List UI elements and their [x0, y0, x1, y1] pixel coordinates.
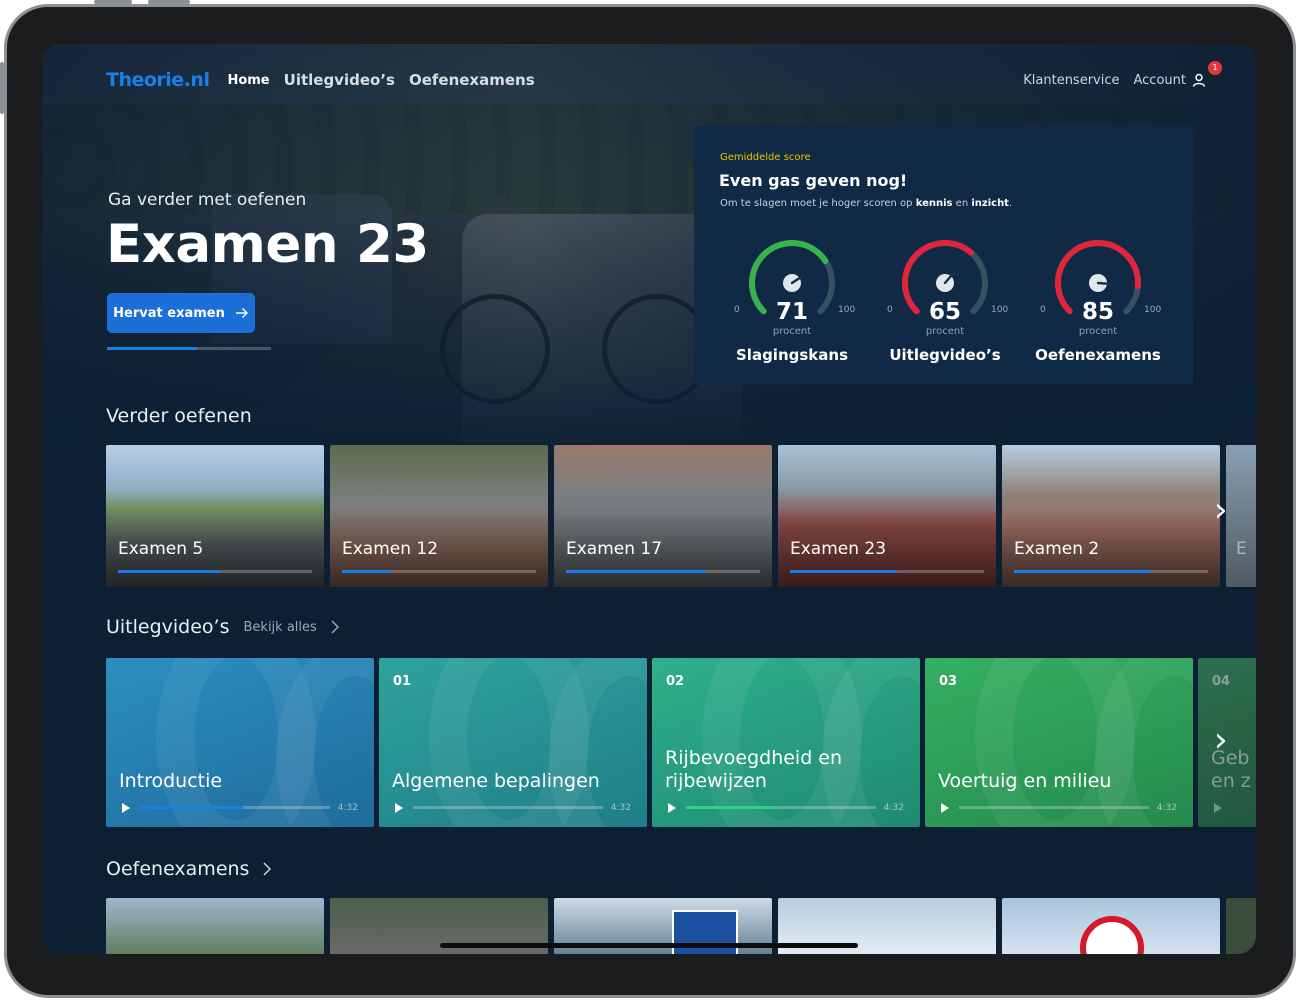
continue-exam-card[interactable]: Examen 17 — [554, 445, 772, 587]
hero-progress-bar — [107, 347, 271, 350]
gauge-label: Uitlegvideo’s — [889, 346, 1001, 364]
customer-service-link[interactable]: Klantenservice — [1023, 73, 1119, 88]
exam-progress-bar — [342, 570, 536, 573]
continue-exam-card[interactable]: Examen 5 — [106, 445, 324, 587]
gauge-unit: procent — [925, 326, 965, 337]
nav-right: Klantenservice Account 1 — [1023, 60, 1222, 88]
exam-progress-bar — [790, 570, 984, 573]
exams-section-title[interactable]: Oefenexamens — [106, 858, 272, 880]
video-title: Voertuig en milieu — [938, 770, 1112, 792]
video-duration: 4:32 — [337, 803, 358, 813]
exam-thumbnail[interactable] — [106, 898, 324, 954]
resume-exam-button[interactable]: Hervat examen — [107, 293, 255, 333]
gauge-label: Slagingskans — [736, 346, 848, 364]
arrow-right-icon — [235, 308, 248, 318]
play-icon — [1214, 803, 1222, 813]
play-icon[interactable] — [668, 803, 676, 813]
nav-link-exams[interactable]: Oefenexamens — [409, 71, 535, 89]
exam-thumbnail-peek[interactable] — [1226, 898, 1256, 954]
account-label: Account — [1133, 72, 1187, 88]
video-number: 02 — [666, 674, 685, 689]
video-card[interactable]: 02 Rijbevoegdheid en rijbewijzen 4:32 — [652, 658, 920, 827]
video-title: Rijbevoegdheid en rijbewijzen — [665, 747, 843, 792]
video-title: Introductie — [119, 770, 223, 792]
exam-progress-bar — [118, 570, 312, 573]
see-all-link[interactable]: Bekijk alles — [244, 620, 339, 635]
average-score-panel: Gemiddelde score Even gas geven nog! Om … — [694, 125, 1193, 384]
gauge-min: 0 — [1040, 305, 1046, 315]
chevron-right-icon[interactable]: › — [1214, 490, 1228, 530]
continue-exam-card[interactable]: Examen 2 — [1002, 445, 1220, 587]
continue-exam-card[interactable]: Examen 12 — [330, 445, 548, 587]
hero-title: Examen 23 — [106, 214, 429, 275]
chevron-right-icon — [331, 620, 339, 634]
exam-card-label: Examen 12 — [342, 539, 439, 559]
exam-card-label: Examen 2 — [1014, 539, 1100, 559]
score-gauge: 0 100 71 procent Slagingskans — [734, 233, 872, 364]
account-button[interactable]: Account 1 — [1133, 60, 1222, 88]
videos-section-title: Uitlegvideo’s Bekijk alles — [106, 616, 339, 638]
continue-exam-card-peek[interactable]: E — [1226, 445, 1256, 587]
home-indicator — [440, 943, 858, 948]
score-title: Even gas geven nog! — [719, 171, 908, 190]
exam-card-label: E — [1236, 539, 1247, 559]
chevron-right-icon — [263, 862, 272, 876]
exam-card-label: Examen 5 — [118, 539, 204, 559]
video-card[interactable]: Introductie 4:32 — [106, 658, 374, 827]
continue-exam-card[interactable]: Examen 23 — [778, 445, 996, 587]
play-icon[interactable] — [941, 803, 949, 813]
video-progress-bar[interactable] — [959, 806, 1149, 809]
gauge-unit: procent — [1078, 326, 1118, 337]
exam-card-label: Examen 17 — [566, 539, 663, 559]
gauge-value: 71 — [775, 299, 808, 325]
gauge-label: Oefenexamens — [1035, 346, 1161, 364]
video-number: 03 — [939, 674, 958, 689]
nav-link-videos[interactable]: Uitlegvideo’s — [284, 71, 395, 89]
score-kicker: Gemiddelde score — [720, 152, 811, 163]
hardware-button — [148, 0, 190, 4]
notification-badge: 1 — [1208, 60, 1222, 75]
video-duration: 4:32 — [883, 803, 904, 813]
gauge-min: 0 — [734, 305, 740, 315]
video-number: 04 — [1212, 674, 1231, 689]
continue-section-title: Verder oefenen — [106, 405, 252, 427]
video-card[interactable]: 03 Voertuig en milieu 4:32 — [925, 658, 1193, 827]
score-gauge: 0 100 65 procent Uitlegvideo’s — [887, 233, 1025, 364]
hero-subtitle: Ga verder met oefenen — [108, 190, 307, 210]
score-description: Om te slagen moet je hoger scoren op ken… — [720, 198, 1013, 209]
hardware-button — [0, 62, 4, 114]
gauge-min: 0 — [887, 305, 893, 315]
logo[interactable]: Theorie.nl — [106, 69, 210, 91]
nav-link-home[interactable]: Home — [227, 73, 269, 88]
play-icon[interactable] — [395, 803, 403, 813]
video-progress-bar[interactable] — [686, 806, 876, 809]
video-progress-bar[interactable] — [140, 806, 330, 809]
app-screen: Theorie.nl Home Uitlegvideo’s Oefenexame… — [42, 44, 1256, 954]
exam-progress-bar — [1014, 570, 1208, 573]
user-icon — [1192, 73, 1206, 87]
score-gauge: 0 100 85 procent Oefenexamens — [1035, 233, 1178, 364]
play-icon[interactable] — [122, 803, 130, 813]
top-navigation: Theorie.nl Home Uitlegvideo’s Oefenexame… — [106, 60, 1222, 92]
video-duration: 4:32 — [1156, 803, 1177, 813]
video-duration: 4:32 — [610, 803, 631, 813]
video-number: 01 — [393, 674, 412, 689]
video-card[interactable]: 01 Algemene bepalingen 4:32 — [379, 658, 647, 827]
exam-progress-bar — [566, 570, 760, 573]
video-title: Algemene bepalingen — [392, 770, 600, 792]
gauge-unit: procent — [772, 326, 812, 337]
exam-thumbnail[interactable] — [1002, 898, 1220, 954]
exam-card-label: Examen 23 — [790, 539, 887, 559]
video-progress-bar[interactable] — [413, 806, 603, 809]
speed-sign — [1080, 916, 1144, 954]
gauge-value: 65 — [928, 299, 961, 325]
chevron-right-icon[interactable]: › — [1214, 720, 1228, 760]
gauge-value: 85 — [1081, 299, 1114, 325]
resume-exam-label: Hervat examen — [113, 305, 225, 321]
hardware-button — [94, 0, 132, 4]
